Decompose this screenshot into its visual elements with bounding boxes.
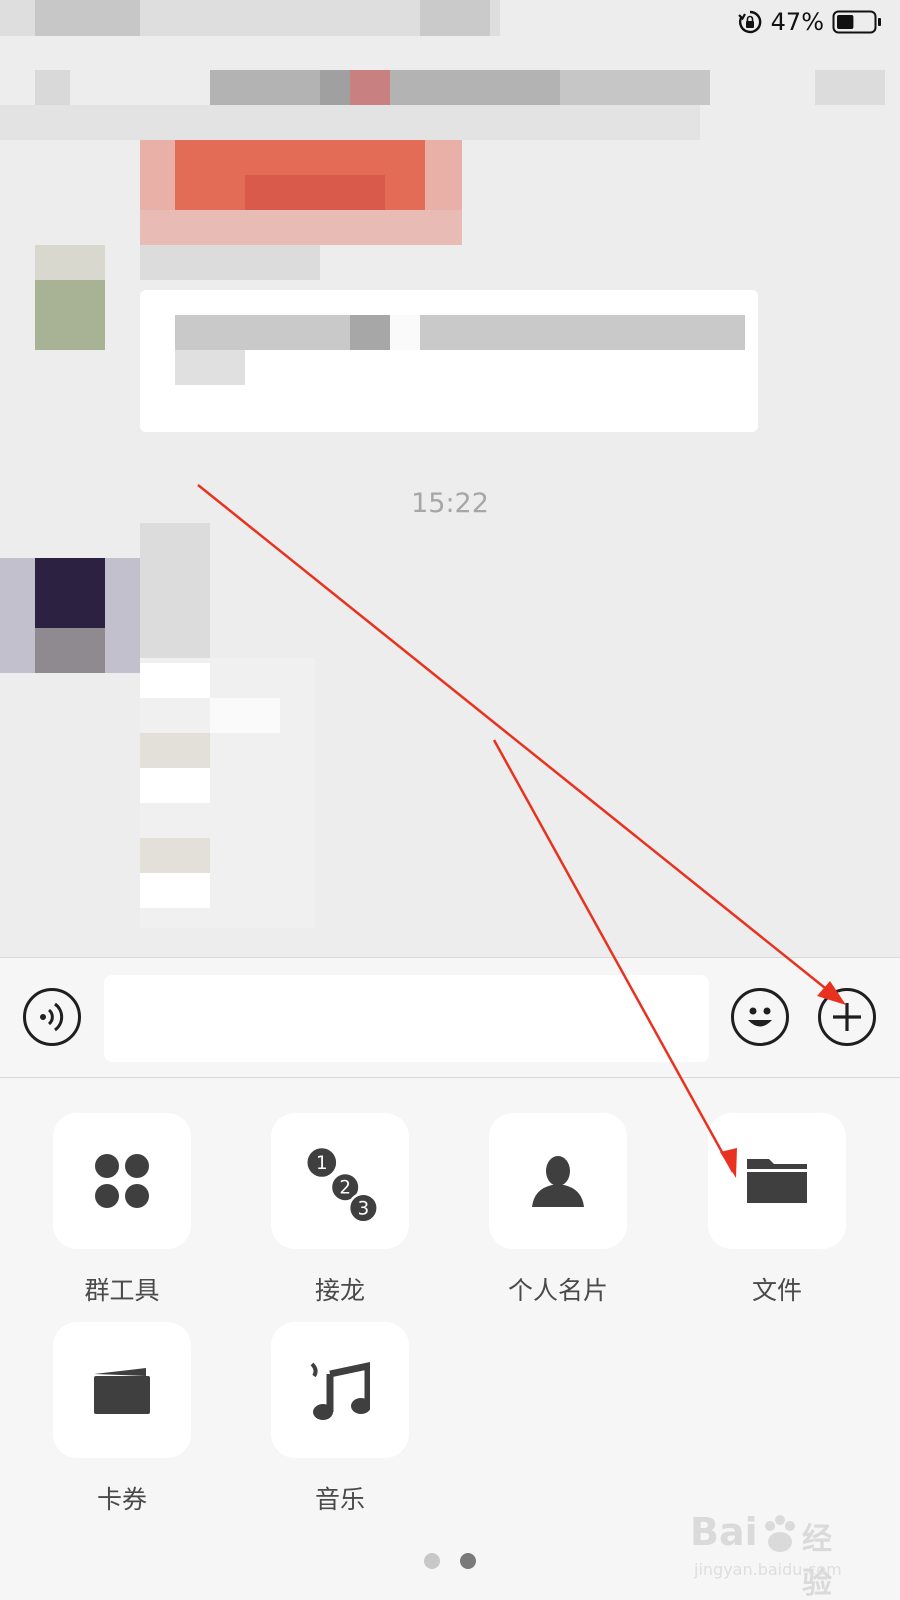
tool-tile[interactable] — [489, 1113, 627, 1249]
tool-label: 卡券 — [96, 1485, 147, 1514]
rotation-lock-icon — [737, 10, 762, 34]
emoji-button[interactable] — [731, 988, 789, 1046]
message-time: 15:22 — [411, 488, 489, 519]
group-tools-icon — [95, 1154, 149, 1208]
tool-music[interactable]: 音乐 — [250, 1322, 430, 1516]
svg-text:3: 3 — [358, 1199, 370, 1220]
mosaic-block — [140, 523, 210, 673]
music-icon — [310, 1362, 370, 1420]
battery-icon — [832, 10, 881, 34]
paw-logo-icon — [765, 1515, 795, 1552]
tool-contact-card[interactable]: 个人名片 — [468, 1113, 648, 1307]
mosaic-block — [140, 733, 210, 768]
svg-text:1: 1 — [316, 1153, 328, 1174]
status-right: 47% — [737, 8, 882, 36]
mosaic-block — [35, 628, 105, 673]
mosaic-block — [390, 315, 420, 350]
mosaic-block — [350, 70, 390, 105]
battery-percent: 47% — [770, 8, 824, 36]
emoji-icon — [748, 1007, 772, 1027]
tool-tile[interactable] — [53, 1113, 191, 1249]
page-dot[interactable] — [460, 1553, 476, 1569]
mosaic-block — [350, 315, 390, 350]
solitaire-icon: 1 2 3 — [307, 1148, 379, 1221]
chat-area: 15:22 — [0, 0, 900, 957]
input-bar — [0, 957, 900, 1078]
tool-label: 个人名片 — [507, 1276, 608, 1305]
tool-group-tools[interactable]: 群工具 — [32, 1113, 212, 1307]
mosaic-block — [140, 245, 320, 280]
status-bar: 47% — [0, 0, 900, 44]
mosaic-block — [35, 280, 105, 350]
more-button[interactable] — [818, 988, 876, 1046]
tool-label: 音乐 — [314, 1485, 365, 1514]
tool-file[interactable]: 文件 — [687, 1113, 867, 1307]
tool-label: 文件 — [751, 1276, 802, 1305]
tool-solitaire[interactable]: 1 2 3 接龙 — [250, 1113, 430, 1307]
mosaic-block — [175, 350, 245, 385]
mosaic-block — [210, 698, 280, 733]
mosaic-block — [140, 838, 210, 873]
watermark: Bai 经验 jingyan.baidu.com — [690, 1510, 860, 1600]
mosaic-block — [35, 70, 70, 105]
folder-icon — [747, 1159, 807, 1203]
mosaic-block — [140, 873, 210, 908]
mosaic-block — [140, 663, 210, 698]
mosaic-block — [140, 768, 210, 803]
watermark-brand-cn: 经验 — [802, 1522, 832, 1600]
tool-label: 接龙 — [314, 1276, 365, 1305]
tool-label: 群工具 — [84, 1276, 160, 1305]
mosaic-block — [815, 70, 885, 105]
mosaic-block — [140, 210, 462, 245]
wallet-icon — [94, 1368, 150, 1414]
voice-icon — [40, 1002, 64, 1032]
tool-tile[interactable] — [53, 1322, 191, 1458]
voice-button[interactable] — [23, 988, 81, 1046]
tool-tile[interactable] — [708, 1113, 846, 1249]
tool-wallet[interactable]: 卡券 — [32, 1322, 212, 1516]
tool-tile[interactable]: 1 2 3 — [271, 1113, 409, 1249]
mosaic-block — [245, 175, 385, 210]
tool-tile[interactable] — [271, 1322, 409, 1458]
mosaic-block — [35, 558, 105, 628]
message-input[interactable] — [104, 975, 709, 1062]
mosaic-block — [175, 315, 745, 350]
watermark-brand: Bai — [690, 1510, 758, 1554]
mosaic-block — [560, 70, 710, 105]
plus-icon — [833, 1003, 861, 1031]
mosaic-block — [0, 105, 700, 140]
watermark-url: jingyan.baidu.com — [694, 1560, 842, 1579]
svg-text:2: 2 — [339, 1178, 351, 1199]
page-dot[interactable] — [424, 1553, 440, 1569]
contact-card-icon — [532, 1156, 584, 1207]
